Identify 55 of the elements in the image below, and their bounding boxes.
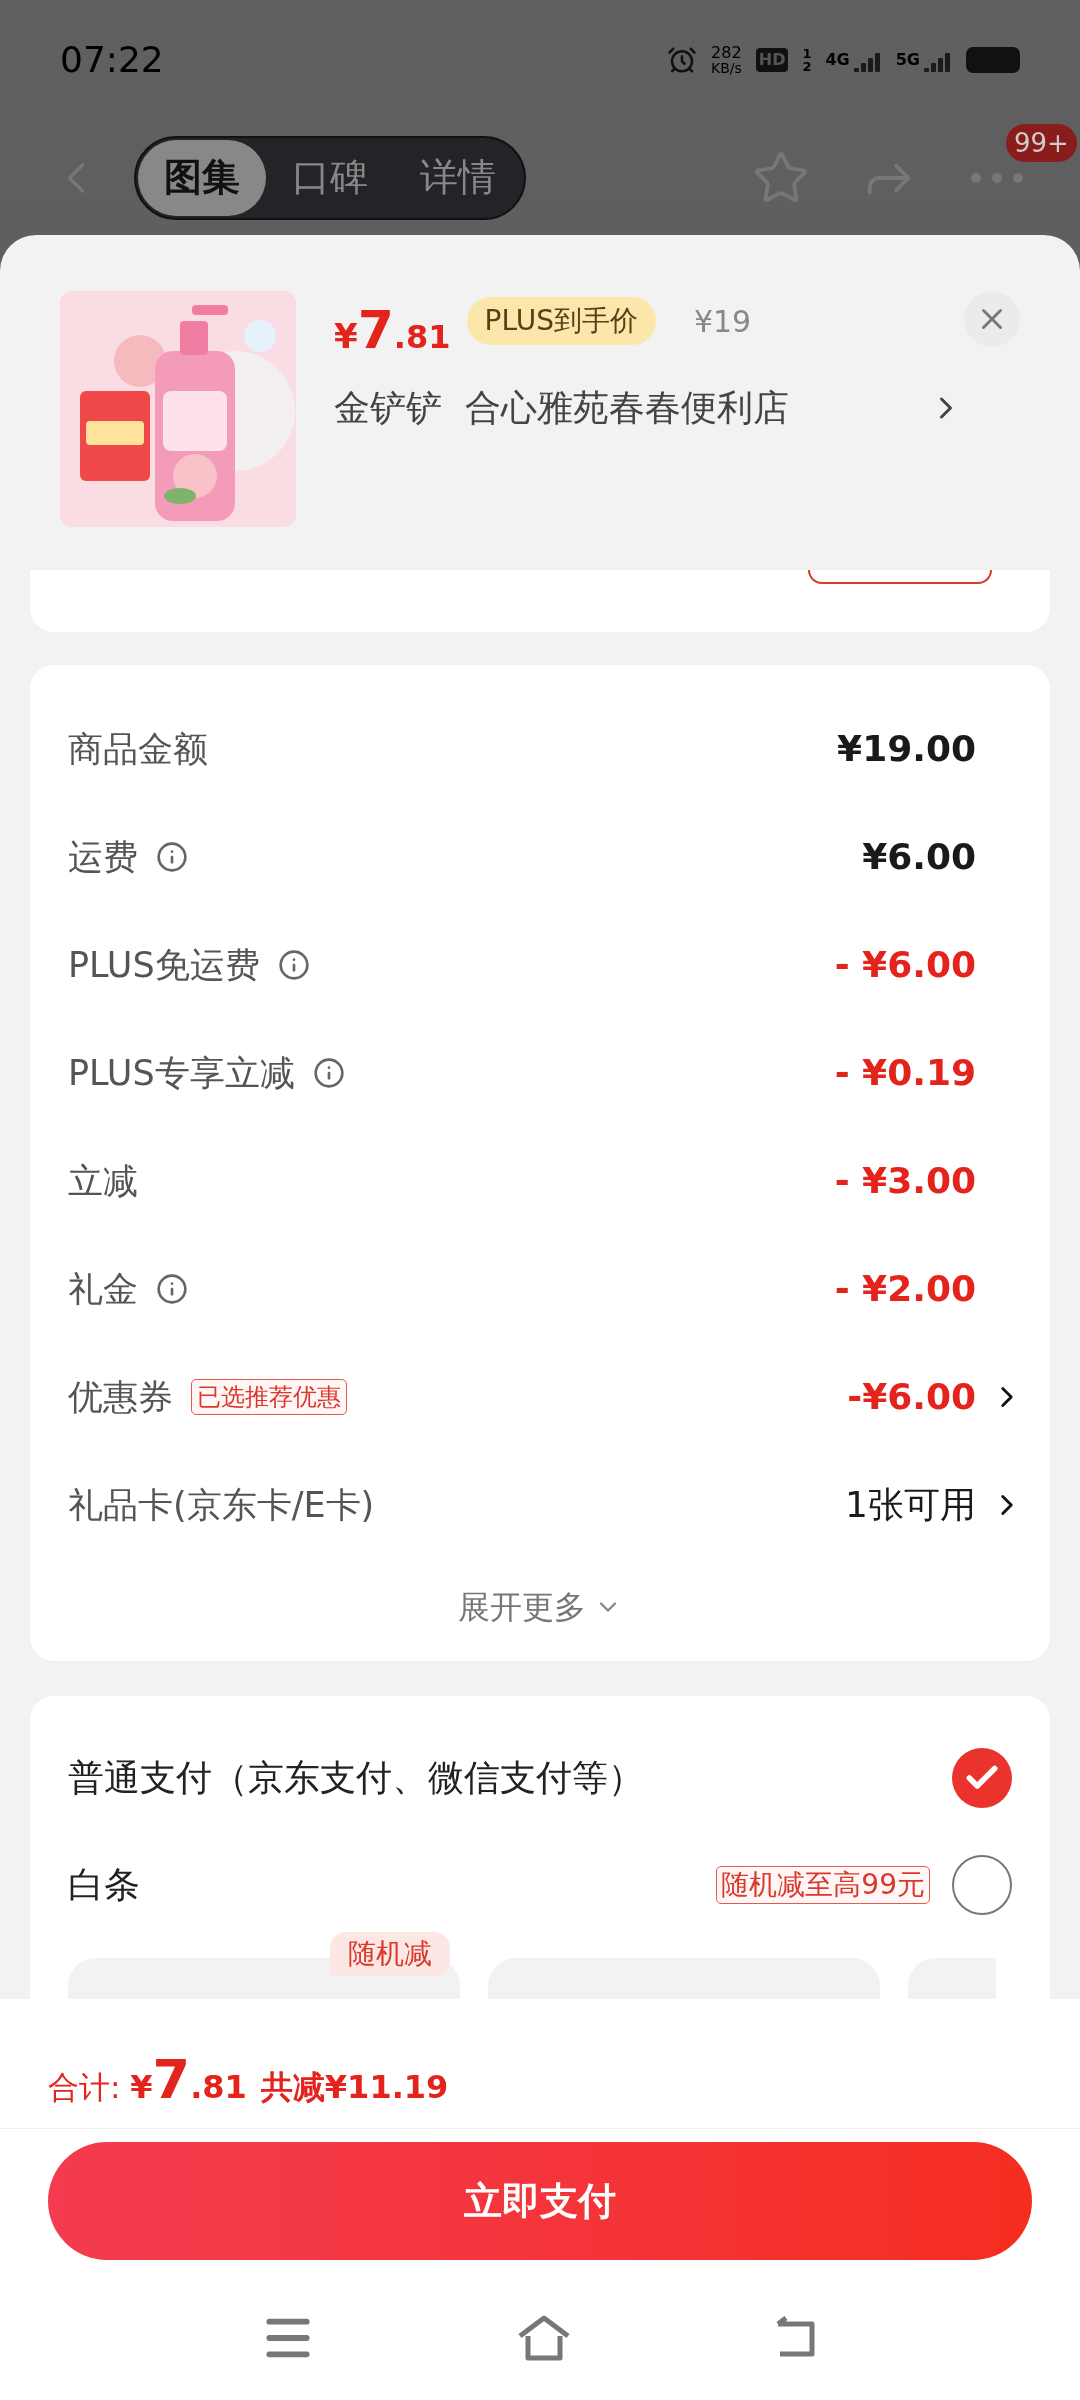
signal-icon — [922, 50, 952, 72]
total-savings: 共减¥11.19 — [260, 2067, 449, 2108]
network-speed: 282 — [711, 45, 742, 61]
summary-value: - ¥3.00 — [834, 1159, 976, 1203]
store-name[interactable]: 金铲铲 合心雅苑春春便利店 — [334, 381, 928, 435]
info-icon[interactable] — [156, 1273, 188, 1305]
total-decimal: .81 — [190, 2067, 247, 2108]
summary-label: 运费 — [68, 835, 138, 879]
hd-badge: HD — [755, 48, 789, 72]
summary-label: 商品金额 — [68, 727, 208, 771]
price-currency: ¥ — [334, 315, 358, 358]
summary-label: 立减 — [68, 1159, 138, 1203]
summary-label: PLUS免运费 — [68, 943, 260, 987]
network-type: 4G — [825, 49, 850, 71]
price-decimal: .81 — [393, 317, 451, 358]
plus-price-tag: PLUS到手价 — [466, 297, 656, 345]
payment-method-label[interactable]: 普通支付（京东支付、微信支付等） — [68, 1750, 644, 1805]
original-price: ¥19 — [693, 302, 752, 341]
alarm-icon — [666, 45, 697, 75]
summary-value: -¥6.00 — [847, 1375, 976, 1419]
payment-method-label[interactable]: 白条 — [68, 1857, 140, 1912]
expand-more-button[interactable]: 展开更多 — [68, 1559, 1012, 1655]
promo-tag: 随机减至高99元 — [716, 1865, 930, 1904]
summary-label: PLUS专享立减 — [68, 1051, 295, 1095]
speed-unit: KB/s — [710, 61, 742, 75]
price-integer: 7 — [357, 299, 394, 362]
info-icon[interactable] — [156, 841, 188, 873]
notification-badge: 99+ — [1006, 123, 1077, 162]
nav-tab[interactable]: 详情 — [394, 139, 522, 216]
total-currency: ¥ — [130, 2067, 153, 2108]
total-label: 合计: — [48, 2068, 122, 2107]
sim-label: 2 — [802, 60, 812, 73]
nav-tab[interactable]: 口碑 — [266, 139, 394, 216]
random-discount-badge: 随机减 — [330, 1932, 450, 1976]
sim-label: 1 — [802, 47, 812, 60]
signal-icon — [851, 50, 882, 72]
info-icon[interactable] — [277, 949, 310, 981]
summary-value: ¥6.00 — [862, 835, 976, 879]
summary-value: 1张可用 — [845, 1483, 976, 1527]
battery-icon — [966, 47, 1020, 73]
summary-label: 优惠券 — [68, 1375, 173, 1419]
status-time: 07:22 — [60, 38, 164, 82]
total-integer: 7 — [152, 2047, 191, 2113]
summary-value: ¥19.00 — [837, 727, 976, 771]
summary-label: 礼品卡(京东卡/E卡) — [68, 1483, 375, 1527]
home-icon[interactable] — [516, 2314, 572, 2362]
summary-value: - ¥0.19 — [834, 1051, 976, 1095]
summary-value: - ¥2.00 — [834, 1267, 976, 1311]
pay-button[interactable]: 立即支付 — [48, 2142, 1032, 2260]
summary-label: 礼金 — [68, 1267, 138, 1311]
info-icon[interactable] — [312, 1057, 345, 1089]
network-type: 5G — [895, 49, 920, 71]
summary-value: - ¥6.00 — [834, 943, 976, 987]
nav-tab[interactable]: 图集 — [138, 139, 266, 216]
recommended-tag: 已选推荐优惠 — [191, 1379, 347, 1415]
